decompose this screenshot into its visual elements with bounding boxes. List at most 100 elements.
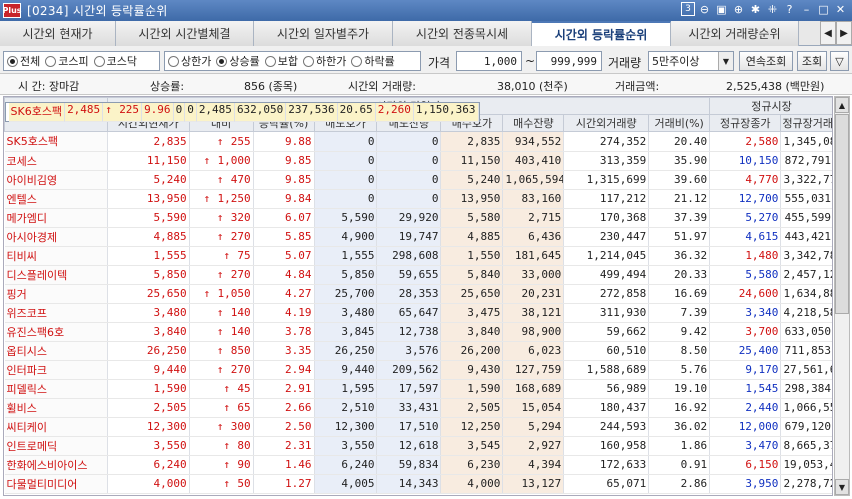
stock-name-cell[interactable]: 옵티시스 [4, 341, 108, 361]
scroll-down-icon[interactable]: ▼ [835, 479, 849, 495]
change-value: 65 [237, 401, 251, 414]
scroll-thumb[interactable] [835, 114, 849, 314]
after-price-cell: 5,850 [107, 265, 190, 285]
zoom-out-icon[interactable]: ⊖ [697, 2, 712, 17]
ranking-grid[interactable]: 종목명 시간외 단일가 정규시장 시간외현재가 대비 등락률(%) 매도호가 매… [3, 96, 833, 496]
regular-volume-cell: 19,053,432 [780, 455, 832, 475]
stock-name-cell[interactable]: 유진스팩6호 [4, 322, 108, 342]
fall-rate-radio[interactable]: 하락률 [351, 53, 395, 69]
table-row[interactable]: 엔텔스 13,950 ↑ 1,250 9.84 0 0 13,950 83,160 117,212… [4, 189, 832, 209]
table-row[interactable]: 위즈코프 3,480 ↑ 140 4.19 3,480 65,647 3,475 38,121 3… [4, 303, 832, 323]
change-cell: ↑ 90 [189, 455, 254, 475]
table-row[interactable]: 피델릭스 1,590 ↑ 45 2.91 1,595 17,597 1,590 168,689 5… [4, 379, 832, 399]
rise-rate-radio[interactable]: 상승률 [216, 53, 260, 69]
market-kospi-radio[interactable]: 코스피 [45, 53, 89, 69]
tab-after-hours-daily[interactable]: 시간외 일자별주가 [254, 21, 393, 46]
stock-name-cell[interactable]: 디스플레이텍 [4, 265, 108, 285]
market-kosdaq-radio[interactable]: 코스닥 [93, 53, 137, 69]
table-row[interactable]: 한화에스비아이스 6,240 ↑ 90 1.46 6,240 59,834 6,230 4,39… [4, 455, 832, 475]
stock-name-cell[interactable]: 위즈코프 [4, 303, 108, 323]
bid-price-cell: 1,590 [440, 379, 504, 399]
tab-after-hours-time-trades[interactable]: 시간외 시간별체결 [116, 21, 254, 46]
screen-number-badge[interactable]: 3 [681, 2, 695, 16]
header-bid-qty[interactable]: 매수잔량 [502, 114, 565, 132]
header-regular-close[interactable]: 정규장종가 [709, 114, 782, 132]
stock-name-cell[interactable]: SK6호스팩 [8, 102, 66, 122]
continuous-query-button[interactable]: 연속조회 [739, 51, 793, 71]
table-row[interactable]: SK6호스팩 2,485 ↑ 225 9.96 0 0 2,485 632,050 237,536… [4, 102, 480, 122]
stock-name-cell[interactable]: 피델릭스 [4, 379, 108, 399]
table-row[interactable]: SK5호스팩 2,835 ↑ 255 9.88 0 0 2,835 934,552 274,352… [4, 132, 832, 152]
stock-name-cell[interactable]: 다물멀티미디어 [4, 474, 108, 494]
tab-scroll-left-icon[interactable]: ◀ [820, 21, 836, 45]
maximize-icon[interactable]: □ [816, 2, 831, 17]
table-row[interactable]: 씨티케이 12,300 ↑ 300 2.50 12,300 17,510 12,250 5,29… [4, 417, 832, 437]
upper-limit-radio[interactable]: 상한가 [168, 53, 211, 69]
vertical-scrollbar[interactable]: ▲ ▼ [834, 96, 850, 496]
stock-name-cell[interactable]: 핑거 [4, 284, 108, 304]
header-after-volume[interactable]: 시간외거래량 [563, 114, 650, 132]
capture-icon[interactable]: ▣ [714, 2, 729, 17]
stock-name-cell[interactable]: 코세스 [4, 151, 108, 171]
tab-after-hours-all-stocks[interactable]: 시간외 전종목시세 [393, 21, 532, 46]
table-row[interactable]: 유진스팩6호 3,840 ↑ 140 3.78 3,845 12,738 3,840 98,90… [4, 322, 832, 342]
bid-price-cell: 12,250 [440, 417, 504, 437]
stock-name-cell[interactable]: 엔텔스 [4, 189, 108, 209]
table-row[interactable]: 인트로메딕 3,550 ↑ 80 2.31 3,550 12,618 3,545 2,927 16… [4, 436, 832, 456]
table-row[interactable]: 메가엠디 5,590 ↑ 320 6.07 5,590 29,920 5,580 2,715 17… [4, 208, 832, 228]
up-arrow-icon: ↑ [203, 287, 211, 300]
up-arrow-icon: ↑ [105, 102, 112, 116]
table-row[interactable]: 다물멀티미디어 4,000 ↑ 50 1.27 4,005 14,343 4,000 13,12… [4, 474, 832, 494]
after-volume-cell: 65,071 [563, 474, 650, 494]
header-volume-ratio[interactable]: 거래비(%) [648, 114, 711, 132]
header-regular-volume[interactable]: 정규장거래량 [780, 114, 832, 132]
lower-limit-radio[interactable]: 하한가 [303, 53, 346, 69]
regular-close-cell: 2,580 [709, 132, 782, 152]
change-cell: ↑ 50 [189, 474, 254, 494]
after-volume-cell: 313,359 [563, 151, 650, 171]
tab-scroll-right-icon[interactable]: ▶ [836, 21, 852, 45]
ask-price-cell: 0 [314, 170, 378, 190]
table-row[interactable]: 휠비스 2,505 ↑ 65 2.66 2,510 33,431 2,505 15,054 180… [4, 398, 832, 418]
table-row[interactable]: 핑거 25,650 ↑ 1,050 4.27 25,700 28,353 25,650 20,2… [4, 284, 832, 304]
settings-icon[interactable]: ⁜ [765, 2, 780, 17]
stock-name-cell[interactable]: 인터파크 [4, 360, 108, 380]
stock-name-cell[interactable]: 메가엠디 [4, 208, 108, 228]
table-row[interactable]: 아시아경제 4,885 ↑ 270 5.85 4,900 19,747 4,885 6,436 2… [4, 227, 832, 247]
table-row[interactable]: 디스플레이텍 5,850 ↑ 270 4.84 5,850 59,655 5,840 33,00… [4, 265, 832, 285]
table-row[interactable]: 아이비김영 5,240 ↑ 470 9.85 0 0 5,240 1,065,594 1,315,… [4, 170, 832, 190]
stock-name-cell[interactable]: 아시아경제 [4, 227, 108, 247]
volume-ratio-cell: 2.86 [648, 474, 711, 494]
market-all-radio[interactable]: 전체 [7, 53, 40, 69]
price-min-input[interactable]: 1,000 [456, 51, 522, 71]
stock-name-cell[interactable]: 휠비스 [4, 398, 108, 418]
scroll-up-icon[interactable]: ▲ [835, 97, 849, 113]
pin-icon[interactable]: ✱ [748, 2, 763, 17]
price-max-input[interactable]: 999,999 [536, 51, 602, 71]
table-row[interactable]: 인터파크 9,440 ↑ 270 2.94 9,440 209,562 9,430 127,75… [4, 360, 832, 380]
stock-name-cell[interactable]: 티비씨 [4, 246, 108, 266]
stock-name-cell[interactable]: SK5호스팩 [4, 132, 108, 152]
stock-name-cell[interactable]: 씨티케이 [4, 417, 108, 437]
ask-qty-cell: 29,920 [376, 208, 442, 228]
table-row[interactable]: 티비씨 1,555 ↑ 75 5.07 1,555 298,608 1,550 181,645 1… [4, 246, 832, 266]
regular-volume-cell: 711,853 [780, 341, 832, 361]
tab-after-hours-price[interactable]: 시간외 현재가 [0, 21, 116, 46]
table-row[interactable]: 코세스 11,150 ↑ 1,000 9.85 0 0 11,150 403,410 313,35… [4, 151, 832, 171]
minimize-icon[interactable]: – [799, 2, 814, 17]
rate-cell: 9.84 [253, 189, 315, 209]
zoom-in-icon[interactable]: ⊕ [731, 2, 746, 17]
close-icon[interactable]: ✕ [833, 2, 848, 17]
query-button[interactable]: 조회 [797, 51, 827, 71]
tab-after-hours-change-rank[interactable]: 시간외 등락률순위 [532, 21, 671, 46]
stock-name-cell[interactable]: 한화에스비아이스 [4, 455, 108, 475]
ask-price-cell: 1,555 [314, 246, 378, 266]
stock-name-cell[interactable]: 인트로메딕 [4, 436, 108, 456]
help-icon[interactable]: ? [782, 2, 797, 17]
tab-after-hours-volume-rank[interactable]: 시간외 거래량순위 [671, 21, 799, 46]
table-row[interactable]: 옵티시스 26,250 ↑ 850 3.35 26,250 3,576 26,200 6,023… [4, 341, 832, 361]
unchanged-radio[interactable]: 보합 [264, 53, 298, 69]
volume-select[interactable]: 5만주이상 ▼ [648, 51, 734, 71]
filter-icon[interactable]: ▽ [830, 51, 849, 71]
stock-name-cell[interactable]: 아이비김영 [4, 170, 108, 190]
